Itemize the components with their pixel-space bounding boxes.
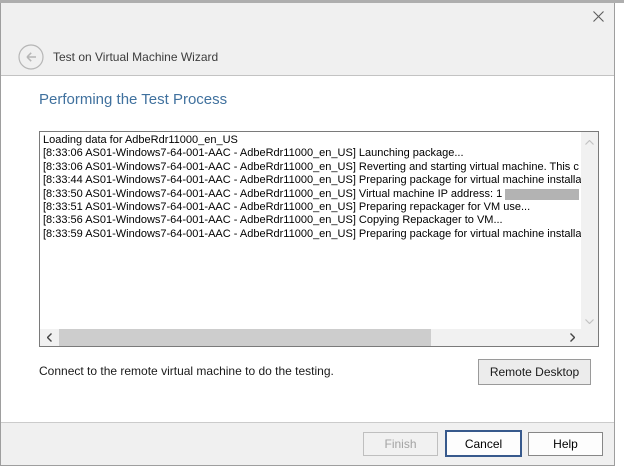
log-line[interactable]: [8:33:56 AS01-Windows7-64-001-AAC - Adbe… [43,214,581,227]
scroll-left-button[interactable] [41,329,57,346]
wizard-dialog: Test on Virtual Machine Wizard Performin… [0,3,615,466]
close-icon [592,10,605,28]
remote-desktop-button[interactable]: Remote Desktop [478,359,591,385]
horizontal-scrollbar-thumb[interactable] [59,329,431,346]
log-line[interactable]: Loading data for AdbeRdr11000_en_US [43,134,581,147]
cancel-button[interactable]: Cancel [445,430,522,457]
log-line-text: [8:33:51 AS01-Windows7-64-001-AAC - Adbe… [43,201,530,214]
scrollbar-corner [581,329,598,346]
log-listbox[interactable]: Loading data for AdbeRdr11000_en_US[8:33… [39,131,599,347]
page-title: Performing the Test Process [39,91,227,108]
log-line[interactable]: [8:33:06 AS01-Windows7-64-001-AAC - Adbe… [43,161,581,174]
log-line-text: [8:33:06 AS01-Windows7-64-001-AAC - Adbe… [43,161,579,174]
log-line[interactable]: [8:33:59 AS01-Windows7-64-001-AAC - Adbe… [43,228,581,241]
horizontal-scrollbar[interactable] [40,329,581,346]
footer-separator [1,422,614,423]
chevron-right-icon [570,329,575,347]
wizard-header: Test on Virtual Machine Wizard [1,3,614,75]
log-line[interactable]: [8:33:50 AS01-Windows7-64-001-AAC - Adbe… [43,188,581,201]
log-line-text: [8:33:06 AS01-Windows7-64-001-AAC - Adbe… [43,147,464,160]
log-line-text: [8:33:56 AS01-Windows7-64-001-AAC - Adbe… [43,214,503,227]
chevron-down-icon [585,311,594,329]
redacted-ip-bar [505,189,579,200]
scroll-up-button[interactable] [581,133,598,149]
log-line-text: [8:33:50 AS01-Windows7-64-001-AAC - Adbe… [43,188,502,201]
finish-button[interactable]: Finish [363,432,438,456]
scroll-down-button[interactable] [581,312,598,328]
wizard-title: Test on Virtual Machine Wizard [53,50,218,64]
help-button[interactable]: Help [528,432,603,456]
vertical-scrollbar[interactable] [581,132,598,329]
status-message: Connect to the remote virtual machine to… [39,364,334,378]
log-line-text: Loading data for AdbeRdr11000_en_US [43,134,238,147]
scroll-right-button[interactable] [564,329,580,346]
log-line-text: [8:33:44 AS01-Windows7-64-001-AAC - Adbe… [43,174,581,187]
log-list: Loading data for AdbeRdr11000_en_US[8:33… [40,132,581,329]
log-line[interactable]: [8:33:44 AS01-Windows7-64-001-AAC - Adbe… [43,174,581,187]
back-arrow-icon [18,57,44,74]
log-line[interactable]: [8:33:06 AS01-Windows7-64-001-AAC - Adbe… [43,147,581,160]
log-line-text: [8:33:59 AS01-Windows7-64-001-AAC - Adbe… [43,228,581,241]
close-button[interactable] [587,8,609,30]
log-line[interactable]: [8:33:51 AS01-Windows7-64-001-AAC - Adbe… [43,201,581,214]
chevron-up-icon [585,132,594,150]
back-button[interactable] [18,44,44,70]
chevron-left-icon [47,329,52,347]
